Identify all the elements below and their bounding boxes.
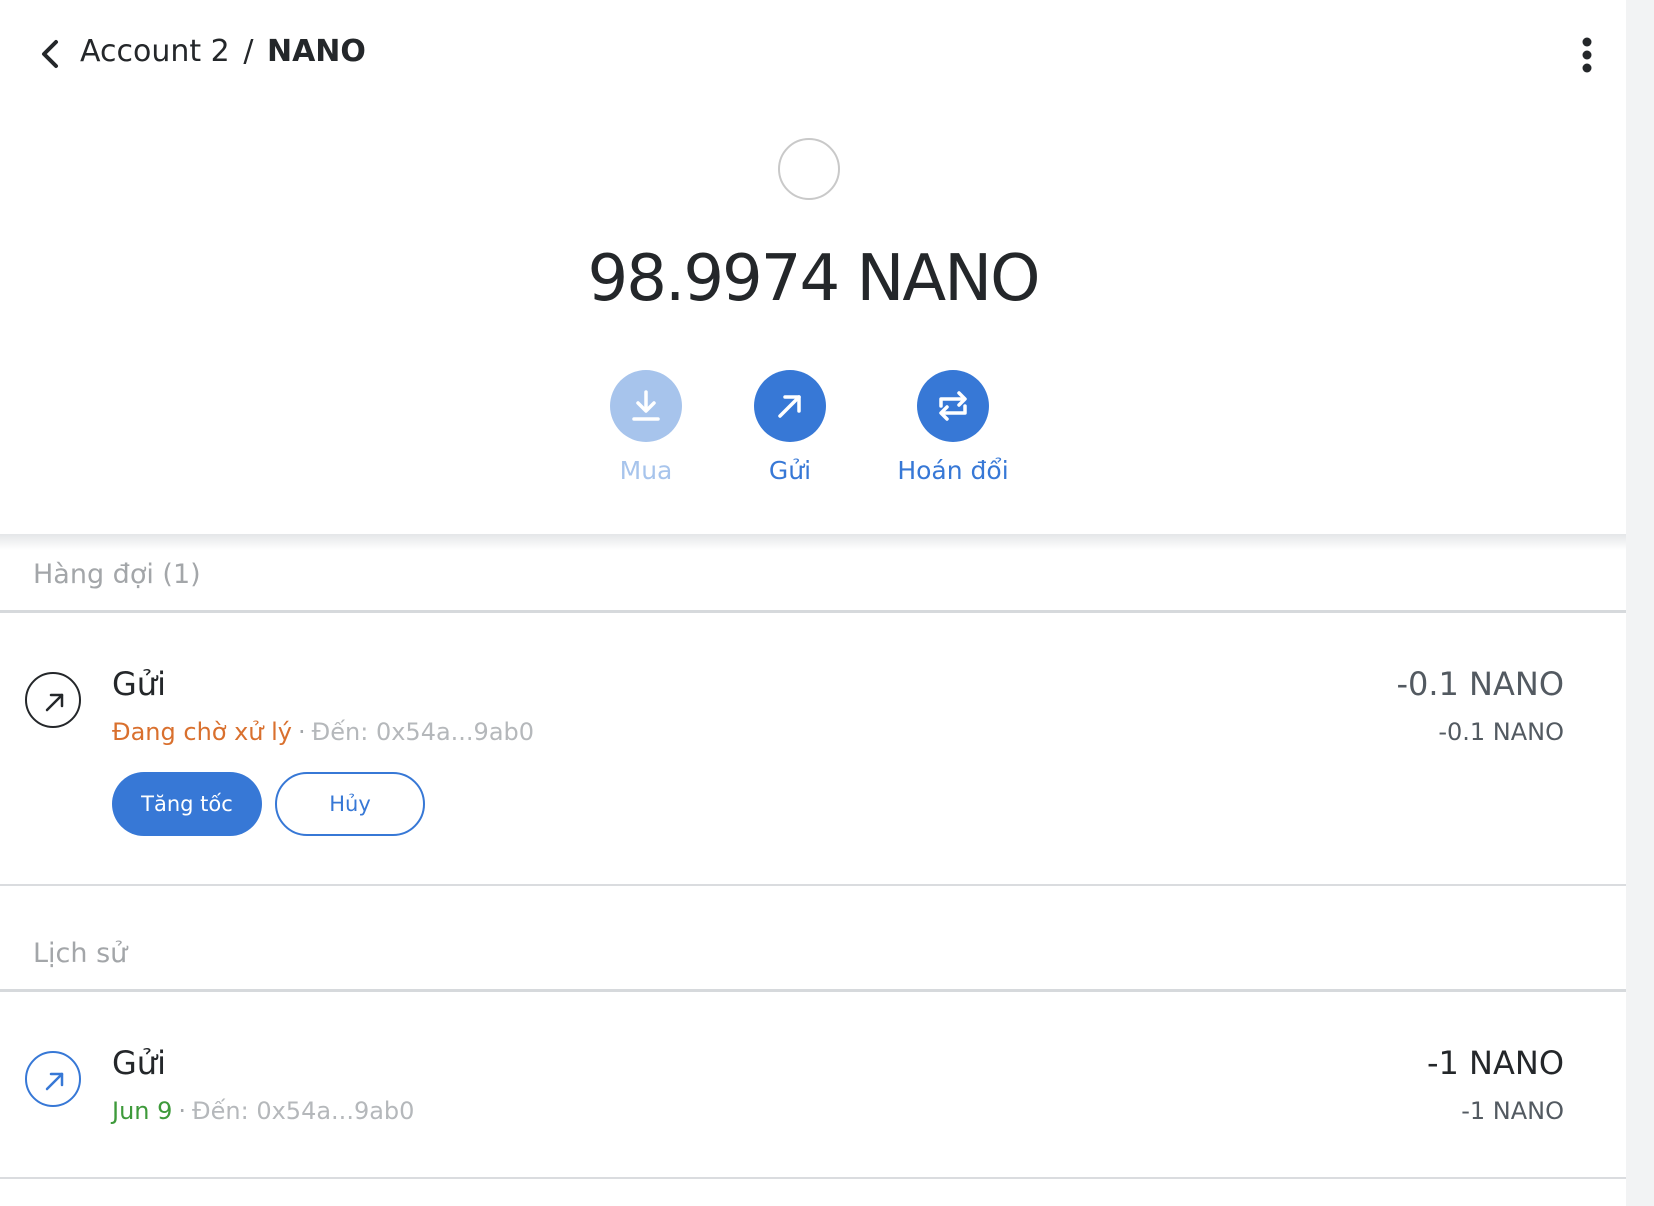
action-buttons: Mua Gửi Hoán đổi xyxy=(0,370,1626,490)
buy-button[interactable]: Mua xyxy=(598,370,694,488)
breadcrumb-token: NANO xyxy=(266,34,366,69)
token-icon xyxy=(778,138,840,200)
cancel-button[interactable]: Hủy xyxy=(275,772,425,836)
swap-circle xyxy=(917,370,989,442)
section-shadow xyxy=(0,534,1626,550)
history-divider xyxy=(0,989,1626,992)
history-title: Lịch sử xyxy=(33,938,128,969)
tx-amount: -0.1 NANO xyxy=(1396,665,1564,703)
arrow-up-right-icon xyxy=(45,693,64,712)
send-button[interactable]: Gửi xyxy=(742,370,838,488)
tx-status: Đang chờ xử lý xyxy=(112,718,293,746)
tx-title: Gửi xyxy=(112,665,166,703)
back-button[interactable] xyxy=(36,34,66,74)
balance-amount: 98.9974 xyxy=(587,242,841,316)
balance-symbol: NANO xyxy=(856,242,1041,316)
send-tx-icon xyxy=(25,672,81,728)
breadcrumb-account: Account 2 xyxy=(80,34,230,69)
breadcrumb: Account 2 / NANO xyxy=(80,32,366,72)
swap-label: Hoán đổi xyxy=(897,456,1009,485)
asset-page: Account 2 / NANO 98.9974 NANO Mua Gửi Ho… xyxy=(0,0,1626,1206)
queue-title: Hàng đợi (1) xyxy=(33,559,201,590)
separator-dot: · xyxy=(298,718,306,746)
arrow-up-right-icon xyxy=(45,1072,64,1091)
token-balance: 98.9974 NANO xyxy=(0,236,1626,322)
chevron-left-icon xyxy=(42,40,58,68)
tx-recipient: Đến: 0x54a...9ab0 xyxy=(192,1097,415,1125)
row-divider xyxy=(0,1177,1626,1179)
tx-recipient: Đến: 0x54a...9ab0 xyxy=(311,718,535,746)
breadcrumb-separator: / xyxy=(243,34,254,69)
kebab-menu-icon xyxy=(1582,37,1592,73)
send-circle xyxy=(754,370,826,442)
tx-subtitle: Đang chờ xử lý · Đến: 0x54a...9ab0 xyxy=(112,716,534,748)
tx-amount-secondary: -1 NANO xyxy=(1461,1097,1564,1125)
header: Account 2 / NANO xyxy=(0,0,1626,106)
separator-dot: · xyxy=(178,1097,187,1125)
swap-button[interactable]: Hoán đổi xyxy=(880,370,1026,488)
send-label: Gửi xyxy=(768,456,812,485)
more-options-button[interactable] xyxy=(1574,34,1600,76)
download-icon xyxy=(632,390,660,421)
queue-divider xyxy=(0,610,1626,613)
tx-date: Jun 9 xyxy=(112,1097,173,1125)
tx-subtitle: Jun 9 · Đến: 0x54a...9ab0 xyxy=(112,1095,414,1127)
buy-circle xyxy=(610,370,682,442)
speed-up-button[interactable]: Tăng tốc xyxy=(112,772,262,836)
tx-amount: -1 NANO xyxy=(1426,1044,1564,1082)
tx-amount-secondary: -0.1 NANO xyxy=(1438,718,1564,746)
window-edge xyxy=(1626,0,1654,1206)
send-tx-icon xyxy=(25,1051,81,1107)
arrow-up-right-icon xyxy=(778,395,801,418)
row-divider xyxy=(0,884,1626,886)
tx-title: Gửi xyxy=(112,1044,166,1082)
buy-label: Mua xyxy=(619,456,673,485)
swap-arrows-icon xyxy=(939,391,967,421)
